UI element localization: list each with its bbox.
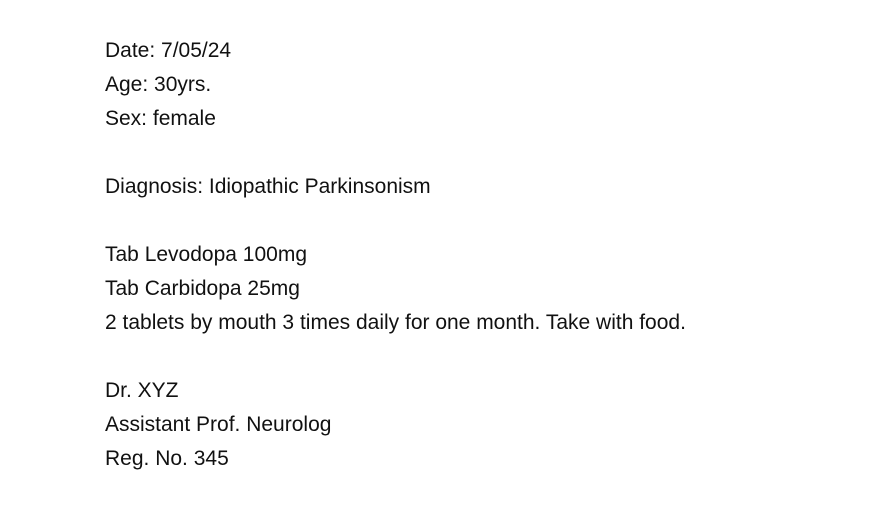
diagnosis-line: Diagnosis: Idiopathic Parkinsonism xyxy=(105,175,431,198)
age-line: Age: 30yrs. xyxy=(105,73,212,96)
doctor-title: Assistant Prof. Neurolog xyxy=(105,413,332,436)
dosage-instructions: 2 tablets by mouth 3 times daily for one… xyxy=(105,311,686,334)
date-line: Date: 7/05/24 xyxy=(105,39,232,62)
doctor-signature-block: Dr. XYZ Assistant Prof. Neurolog Reg. No… xyxy=(105,374,845,476)
patient-info: Date: 7/05/24 Age: 30yrs. Sex: female xyxy=(105,34,845,136)
sex-line: Sex: female xyxy=(105,107,216,130)
medication-item: Tab Carbidopa 25mg xyxy=(105,277,300,300)
medication-item: Tab Levodopa 100mg xyxy=(105,243,307,266)
prescription-document: Date: 7/05/24 Age: 30yrs. Sex: female Di… xyxy=(105,34,845,476)
registration-number: Reg. No. 345 xyxy=(105,447,229,470)
doctor-name: Dr. XYZ xyxy=(105,379,179,402)
medication-list: Tab Levodopa 100mg Tab Carbidopa 25mg 2 … xyxy=(105,238,845,340)
